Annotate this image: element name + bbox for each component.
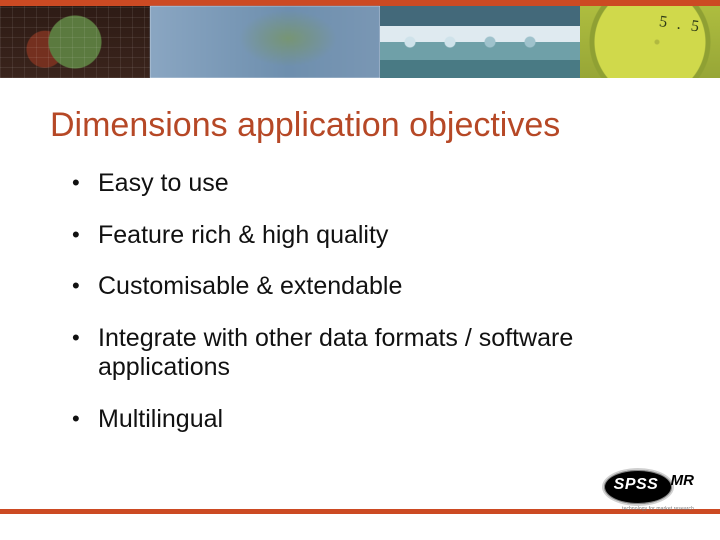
- logo-tagline: technology for market research: [622, 506, 694, 512]
- pattern-strip: [380, 6, 580, 78]
- logo-suffix: MR: [671, 472, 694, 489]
- list-item: Customisable & extendable: [72, 272, 660, 302]
- list-item: Feature rich & high quality: [72, 221, 660, 251]
- accent-bar-bottom: [0, 509, 720, 514]
- header-banner: [0, 0, 720, 78]
- globe-graphic: [0, 6, 150, 78]
- brand-logo: SPSS MR technology for market research: [602, 466, 694, 506]
- dial-graphic: [580, 6, 720, 78]
- list-item: Integrate with other data formats / soft…: [72, 324, 660, 383]
- face-graphic: [150, 6, 380, 78]
- logo-text: SPSS: [602, 468, 670, 502]
- list-item: Multilingual: [72, 405, 660, 435]
- bullet-list: Easy to use Feature rich & high quality …: [0, 153, 720, 434]
- slide: Dimensions application objectives Easy t…: [0, 0, 720, 540]
- slide-title: Dimensions application objectives: [0, 78, 720, 153]
- list-item: Easy to use: [72, 169, 660, 199]
- banner-imagery: [0, 6, 720, 78]
